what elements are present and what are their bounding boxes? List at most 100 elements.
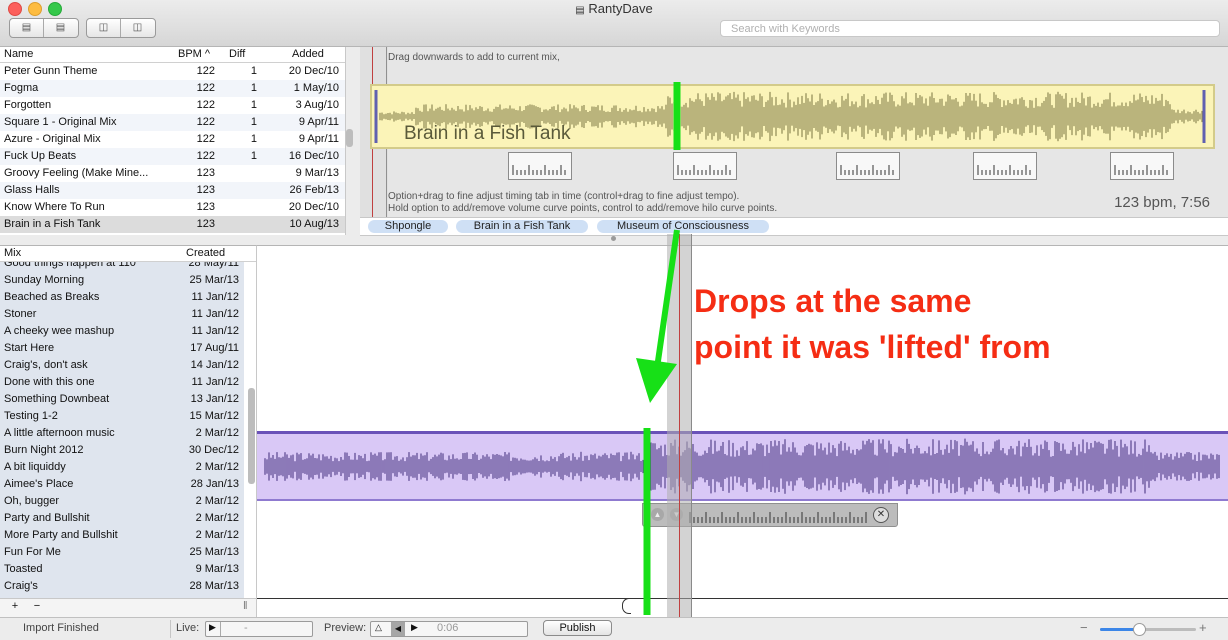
- track-diff-cell: 1: [250, 150, 257, 162]
- track-row[interactable]: Know Where To Run 123 20 Dec/10: [0, 199, 345, 216]
- add-mix-button[interactable]: +: [8, 600, 22, 612]
- mix-row[interactable]: A bit liquiddy 2 Mar/12: [0, 459, 244, 476]
- timeline-scrollbar-track[interactable]: [257, 598, 1228, 599]
- mix-track[interactable]: [257, 431, 1228, 501]
- mix-created-cell: 28 Mar/13: [189, 580, 239, 592]
- track-bpm-cell: 122: [196, 133, 215, 145]
- mix-row[interactable]: Craig's 28 Mar/13: [0, 578, 244, 595]
- mix-row[interactable]: Party and Bullshit 2 Mar/12: [0, 510, 244, 527]
- mix-name-cell: A bit liquiddy: [4, 461, 66, 473]
- zoom-out-icon[interactable]: −: [1080, 620, 1088, 635]
- track-name-cell: Azure - Original Mix: [4, 133, 101, 145]
- track-row[interactable]: Forgotten 122 1 3 Aug/10: [0, 97, 345, 114]
- track-row[interactable]: Groovy Feeling (Make Mine... 123 9 Mar/13: [0, 165, 345, 182]
- mix-row[interactable]: Testing 1-2 15 Mar/12: [0, 408, 244, 425]
- track-row[interactable]: Glass Halls 123 26 Feb/13: [0, 182, 345, 199]
- col-bpm-header[interactable]: BPM ^: [178, 48, 210, 60]
- mix-created-cell: 25 Mar/13: [189, 274, 239, 286]
- mix-created-cell: 11 Jan/12: [191, 291, 239, 303]
- col-diff-header[interactable]: Diff: [229, 48, 245, 60]
- breadcrumb-artist[interactable]: Shpongle: [368, 220, 448, 233]
- mix-row[interactable]: Aimee's Place 28 Jan/13: [0, 476, 244, 493]
- preview-play-icon[interactable]: ▶: [411, 622, 418, 633]
- track-bpm-cell: 122: [196, 82, 215, 94]
- track-added-cell: 26 Feb/13: [289, 184, 339, 196]
- mix-created-cell: 15 Mar/12: [189, 410, 239, 422]
- mix-row[interactable]: Toasted 9 Mar/13: [0, 561, 244, 578]
- title-bar: ▤ RantyDave ▤ ▤ ◫ ◫ Search with Keywords: [0, 0, 1228, 47]
- zoom-slider[interactable]: [1100, 623, 1196, 636]
- window-title-text: RantyDave: [588, 1, 653, 16]
- timing-tab[interactable]: [973, 152, 1037, 180]
- split-out-icon[interactable]: ◫: [121, 19, 154, 37]
- drag-hint: Drag downwards to add to current mix,: [388, 52, 560, 63]
- mix-row[interactable]: Stoner 11 Jan/12: [0, 306, 244, 323]
- mix-name-cell: Good things happen at 110: [4, 262, 136, 269]
- mix-created-cell: 2 Mar/12: [195, 512, 239, 524]
- mix-row[interactable]: Oh, bugger 2 Mar/12: [0, 493, 244, 510]
- preview-control: △ ◀ ▶ 0:06: [370, 621, 528, 637]
- zoom-in-icon[interactable]: +: [1199, 620, 1207, 635]
- mix-row[interactable]: A little afternoon music 2 Mar/12: [0, 425, 244, 442]
- remove-mix-button[interactable]: −: [30, 600, 44, 612]
- annotation: Drops at the same point it was 'lifted' …: [694, 278, 1051, 370]
- tracks-scrollbar[interactable]: [346, 129, 353, 147]
- mix-name-cell: Stoner: [4, 308, 37, 320]
- mix-row[interactable]: Craig's, don't ask 14 Jan/12: [0, 357, 244, 374]
- mix-name-cell: A cheeky wee mashup: [4, 325, 115, 337]
- preview-speaker-icon[interactable]: ◀: [391, 622, 405, 636]
- track-name-cell: Groovy Feeling (Make Mine...: [4, 167, 149, 179]
- track-row[interactable]: Square 1 - Original Mix 122 1 9 Apr/11: [0, 114, 345, 131]
- preview-cue-icon[interactable]: △: [375, 622, 382, 633]
- preview-label: Preview:: [324, 622, 367, 634]
- resize-grip-icon[interactable]: ‖: [243, 600, 248, 612]
- breadcrumb-track[interactable]: Brain in a Fish Tank: [456, 220, 588, 233]
- mix-row[interactable]: Fun For Me 25 Mar/13: [0, 544, 244, 561]
- col-created-header[interactable]: Created: [186, 247, 225, 259]
- mix-row[interactable]: Done with this one 11 Jan/12: [0, 374, 244, 391]
- col-mix-header[interactable]: Mix: [4, 247, 21, 259]
- mix-name-cell: A little afternoon music: [4, 427, 115, 439]
- live-control: ▶ -: [205, 621, 313, 637]
- col-name-header[interactable]: Name: [4, 48, 33, 60]
- mix-row[interactable]: A cheeky wee mashup 11 Jan/12: [0, 323, 244, 340]
- mix-row[interactable]: Something Downbeat 13 Jan/12: [0, 391, 244, 408]
- split-handle[interactable]: [611, 236, 616, 241]
- mix-row[interactable]: More Party and Bullshit 2 Mar/12: [0, 527, 244, 544]
- live-play-icon[interactable]: ▶: [209, 622, 216, 633]
- mix-row[interactable]: Good things happen at 110 28 May/11: [0, 262, 244, 272]
- mix-created-cell: 25 Mar/13: [189, 546, 239, 558]
- track-row[interactable]: Peter Gunn Theme 122 1 20 Dec/10: [0, 63, 345, 80]
- mix-row[interactable]: Sunday Morning 25 Mar/13: [0, 272, 244, 289]
- mix-list-footer: + − ‖: [0, 598, 256, 617]
- mix-row[interactable]: Start Here 17 Aug/11: [0, 340, 244, 357]
- track-bpm-cell: 123: [196, 167, 215, 179]
- timing-tab[interactable]: [836, 152, 900, 180]
- mix-row[interactable]: Burn Night 2012 30 Dec/12: [0, 442, 244, 459]
- mix-waveform: [264, 438, 1220, 495]
- collapse-left-icon[interactable]: ▤: [10, 19, 44, 37]
- col-added-header[interactable]: Added: [292, 48, 324, 60]
- mix-created-cell: 11 Jan/12: [191, 376, 239, 388]
- timing-tab[interactable]: [508, 152, 572, 180]
- timing-tab[interactable]: [1110, 152, 1174, 180]
- track-added-cell: 20 Dec/10: [288, 65, 339, 77]
- mix-row[interactable]: Beached as Breaks 11 Jan/12: [0, 289, 244, 306]
- track-diff-cell: 1: [250, 133, 257, 145]
- mixes-scrollbar[interactable]: [248, 388, 255, 484]
- live-track-value: -: [244, 622, 248, 634]
- mix-name-cell: Oh, bugger: [4, 495, 60, 507]
- track-row[interactable]: Fuck Up Beats 122 1 16 Dec/10: [0, 148, 345, 165]
- search-input[interactable]: Search with Keywords: [720, 20, 1220, 37]
- track-row[interactable]: Azure - Original Mix 122 1 9 Apr/11: [0, 131, 345, 148]
- track-bpm-cell: 123: [196, 218, 215, 230]
- remove-track-icon[interactable]: ✕: [873, 507, 889, 523]
- publish-button[interactable]: Publish: [543, 620, 612, 636]
- track-row[interactable]: Brain in a Fish Tank 123 10 Aug/13: [0, 216, 345, 233]
- split-in-icon[interactable]: ◫: [87, 19, 121, 37]
- zoom-slider-knob[interactable]: [1133, 623, 1147, 636]
- status-divider: [170, 620, 171, 638]
- track-row[interactable]: Fogma 122 1 1 May/10: [0, 80, 345, 97]
- track-bpm-cell: 123: [196, 201, 215, 213]
- collapse-right-icon[interactable]: ▤: [44, 19, 77, 37]
